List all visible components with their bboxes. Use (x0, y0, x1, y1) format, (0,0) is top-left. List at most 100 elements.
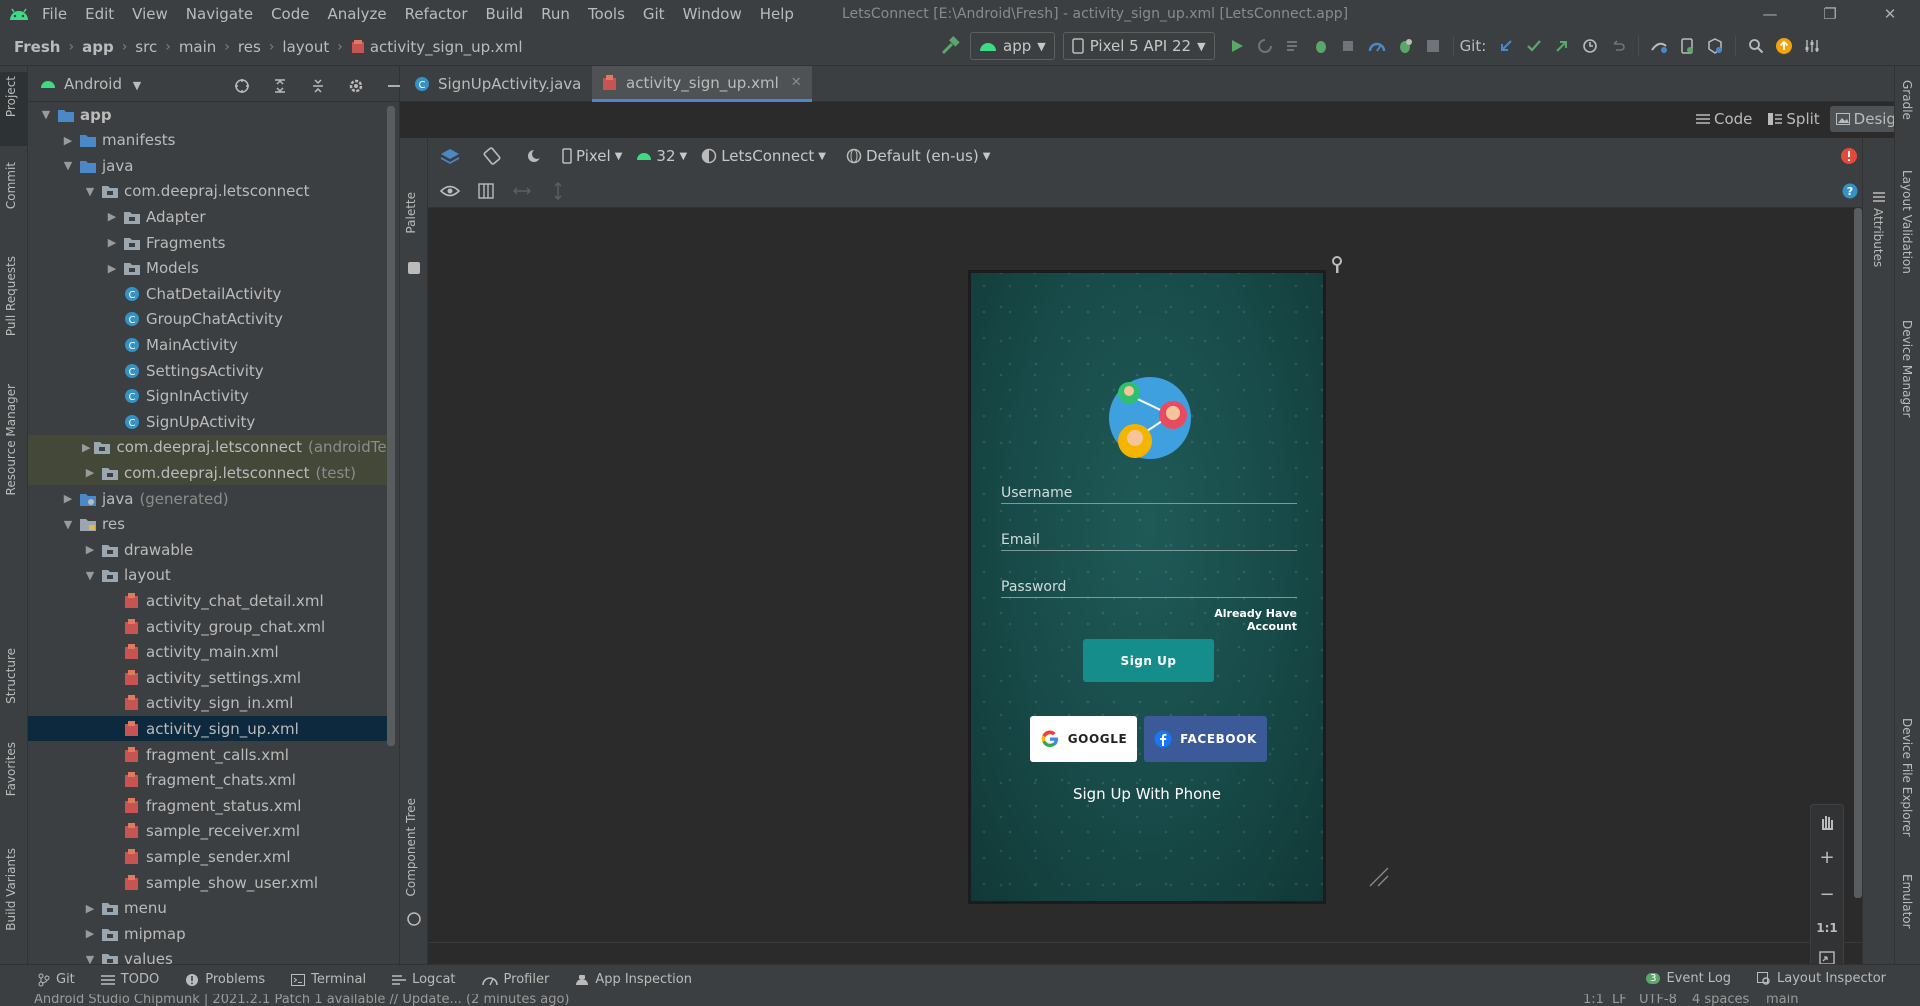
locate-file-icon[interactable] (228, 72, 256, 100)
tree-item[interactable]: ▶ com.deepraj.letsconnect (test) (28, 460, 390, 486)
update-available-icon[interactable] (1770, 32, 1798, 60)
tree-item[interactable]: activity_settings.xml (28, 665, 390, 690)
close-window-button[interactable]: ✕ (1860, 5, 1920, 23)
menu-analyze[interactable]: Analyze (327, 5, 386, 23)
coverage-icon[interactable] (1391, 32, 1419, 60)
bottom-tab-git[interactable]: Git (38, 972, 75, 987)
tree-item[interactable]: ▶ mipmap (28, 921, 390, 946)
tool-window-layout-validation[interactable]: Layout Validation (1900, 170, 1914, 274)
bottom-tab-problems[interactable]: Problems (185, 972, 265, 987)
username-input[interactable]: Username (1001, 485, 1297, 504)
canvas-scrollbar[interactable] (1854, 208, 1862, 898)
chevron-right-icon[interactable]: ▶ (82, 466, 98, 479)
night-mode-icon[interactable] (520, 142, 548, 170)
tree-item[interactable]: ▶ Fragments (28, 230, 390, 255)
tree-item[interactable]: sample_sender.xml (28, 844, 390, 869)
tree-item[interactable]: activity_group_chat.xml (28, 614, 390, 639)
locale-select[interactable]: Default (en-us) ▼ (846, 147, 990, 165)
resize-handle-icon[interactable] (1368, 866, 1390, 888)
run-play-icon[interactable] (1223, 32, 1251, 60)
chevron-right-icon[interactable]: ▶ (82, 902, 98, 915)
minimize-button[interactable]: — (1740, 5, 1800, 23)
history-clock-icon[interactable] (1576, 32, 1604, 60)
tree-item[interactable]: C SettingsActivity (28, 358, 390, 383)
tab-activity-sign-up-xml[interactable]: activity_sign_up.xml ✕ (592, 66, 812, 102)
restore-button[interactable]: ❐ (1800, 5, 1860, 23)
chevron-down-icon[interactable]: ▼ (60, 518, 76, 531)
design-surface-layers-icon[interactable] (436, 142, 464, 170)
component-tree-tab[interactable]: Component Tree (404, 798, 418, 896)
tool-window-project[interactable]: Project (4, 76, 18, 117)
tree-item[interactable]: C GroupChatActivity (28, 307, 390, 332)
menu-view[interactable]: View (132, 5, 168, 23)
tool-window-structure[interactable]: Structure (4, 648, 18, 704)
tree-item[interactable]: activity_sign_up.xml (28, 716, 390, 742)
breadcrumb-src[interactable]: src (135, 38, 157, 56)
split-view-button[interactable]: Split (1762, 106, 1825, 132)
tree-item[interactable]: ▼ values (28, 947, 390, 964)
bottom-tab-todo[interactable]: TODO (100, 972, 159, 987)
chevron-down-icon[interactable]: ▼ (82, 953, 98, 964)
menu-build[interactable]: Build (486, 5, 524, 23)
menu-git[interactable]: Git (643, 5, 665, 23)
tree-item[interactable]: fragment_status.xml (28, 793, 390, 818)
profile-icon[interactable] (1363, 32, 1391, 60)
device-preview[interactable]: Username Email Password Already Have Acc… (968, 270, 1326, 904)
gear-icon[interactable] (342, 72, 370, 100)
git-branch[interactable]: main (1766, 994, 1798, 1006)
project-tree-scrollbar[interactable] (387, 106, 395, 746)
tree-item[interactable]: C SignUpActivity (28, 409, 390, 434)
status-message[interactable]: Android Studio Chipmunk | 2021.2.1 Patch… (34, 994, 569, 1006)
tool-window-build-variants[interactable]: Build Variants (4, 848, 18, 931)
rollback-undo-icon[interactable] (1604, 32, 1632, 60)
bottom-tab-profiler[interactable]: Profiler (481, 972, 549, 987)
tool-window-resource-manager[interactable]: Resource Manager (4, 384, 18, 495)
code-view-button[interactable]: Code (1690, 106, 1758, 132)
sdk-manager-icon[interactable] (1701, 32, 1729, 60)
gradle-sync-icon[interactable] (1645, 32, 1673, 60)
orientation-rotate-icon[interactable] (478, 142, 506, 170)
zoom-actual-size-button[interactable]: 1:1 (1816, 921, 1838, 935)
menu-refactor[interactable]: Refactor (405, 5, 468, 23)
collapse-all-icon[interactable] (304, 72, 332, 100)
tree-item[interactable]: ▼ app (28, 102, 390, 127)
wrench-icon[interactable] (1330, 256, 1344, 274)
breadcrumb-file[interactable]: activity_sign_up.xml (370, 38, 523, 56)
error-indicator-icon[interactable] (1840, 147, 1858, 165)
tree-item[interactable]: fragment_calls.xml (28, 742, 390, 767)
git-push-icon[interactable] (1548, 32, 1576, 60)
tool-window-gradle[interactable]: Gradle (1900, 80, 1914, 120)
menu-run[interactable]: Run (541, 5, 570, 23)
sign-up-button[interactable]: Sign Up (1083, 639, 1214, 682)
search-icon[interactable] (1742, 32, 1770, 60)
tree-item[interactable]: ▶ java (generated) (28, 486, 390, 511)
password-input[interactable]: Password (1001, 579, 1297, 598)
breadcrumb-res[interactable]: res (238, 38, 261, 56)
layout-inspector-button[interactable]: Layout Inspector (1757, 971, 1886, 986)
settings-sliders-icon[interactable] (1798, 32, 1826, 60)
menu-code[interactable]: Code (271, 5, 309, 23)
close-tab-icon[interactable]: ✕ (791, 75, 802, 90)
email-input[interactable]: Email (1001, 532, 1297, 551)
menu-file[interactable]: File (42, 5, 67, 23)
tree-item[interactable]: C MainActivity (28, 332, 390, 357)
tab-signup-activity-java[interactable]: C SignUpActivity.java ✕ (404, 66, 614, 102)
project-view-select[interactable]: Android ▼ (64, 75, 141, 93)
git-commit-check-icon[interactable] (1520, 32, 1548, 60)
tree-item[interactable]: activity_sign_in.xml (28, 691, 390, 716)
tree-item[interactable]: C SignInActivity (28, 384, 390, 409)
menu-edit[interactable]: Edit (85, 5, 114, 23)
tree-item[interactable]: ▼ com.deepraj.letsconnect (28, 179, 390, 204)
line-separator[interactable]: LF (1612, 994, 1627, 1006)
caret-position[interactable]: 1:1 (1583, 994, 1604, 1006)
pan-hand-icon[interactable] (1818, 813, 1836, 831)
bottom-tab-terminal[interactable]: Terminal (291, 972, 366, 987)
margins-icon[interactable] (472, 177, 500, 205)
chevron-down-icon[interactable]: ▼ (60, 159, 76, 172)
palette-tab[interactable]: Palette (404, 192, 418, 234)
tree-item[interactable]: sample_receiver.xml (28, 819, 390, 844)
breadcrumb-main[interactable]: main (179, 38, 216, 56)
debug-bug-icon[interactable] (1307, 32, 1335, 60)
build-hammer-icon[interactable] (936, 32, 964, 60)
attach-debugger-icon[interactable] (1335, 32, 1363, 60)
